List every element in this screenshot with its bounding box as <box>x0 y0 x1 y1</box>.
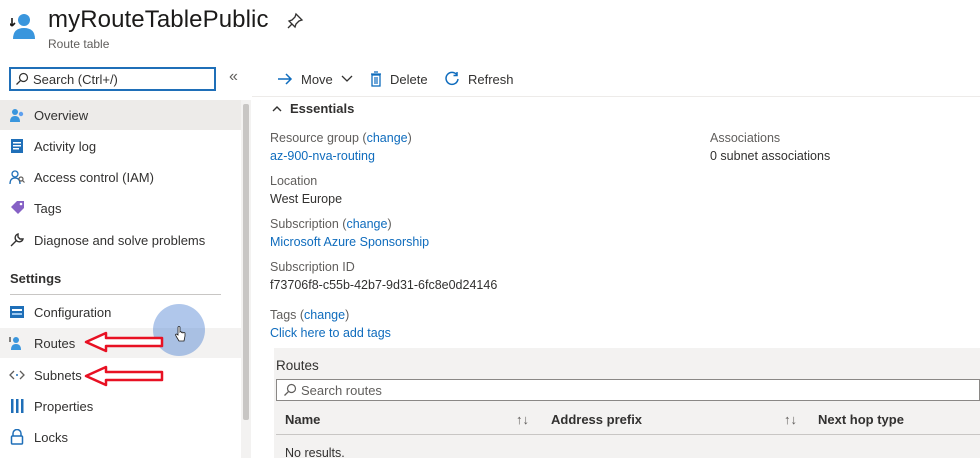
resource-menu: « Overview Activity log Access control (… <box>0 60 252 458</box>
search-icon <box>284 383 297 396</box>
sidebar-item-label: Properties <box>34 398 94 414</box>
routes-annotation-arrow <box>84 331 164 353</box>
routes-icon <box>8 334 26 352</box>
pin-icon[interactable] <box>286 12 304 30</box>
properties-icon <box>8 397 26 415</box>
sort-icon[interactable]: ↑↓ <box>516 412 529 427</box>
resource-group-label: Resource group (change) <box>270 131 412 145</box>
sidebar-item-label: Configuration <box>34 304 112 320</box>
overview-icon <box>8 106 26 124</box>
sidebar-item-tags[interactable]: Tags <box>0 193 241 223</box>
trash-icon <box>371 71 381 87</box>
menu-scroll-thumb[interactable] <box>243 104 249 420</box>
resource-group-change-link[interactable]: change <box>367 131 408 145</box>
sidebar-item-label: Subnets <box>34 367 82 383</box>
resource-group-link[interactable]: az-900-nva-routing <box>270 149 375 163</box>
tags-change-link[interactable]: change <box>304 308 345 322</box>
delete-label: Delete <box>390 71 428 87</box>
refresh-label: Refresh <box>468 71 514 87</box>
sidebar-item-label: Access control (IAM) <box>34 169 154 185</box>
sidebar-item-label: Diagnose and solve problems <box>34 232 206 248</box>
sidebar-item-label: Activity log <box>34 138 97 154</box>
sidebar-item-label: Overview <box>34 107 89 123</box>
sidebar-item-locks[interactable]: Locks <box>0 422 241 452</box>
routes-search-input[interactable] <box>301 381 901 399</box>
wrench-icon <box>8 231 26 249</box>
sidebar-item-properties[interactable]: Properties <box>0 391 241 421</box>
resource-type: Route table <box>48 37 110 51</box>
routes-title: Routes <box>276 358 319 373</box>
section-divider <box>10 294 221 295</box>
subscription-change-link[interactable]: change <box>346 217 387 231</box>
sidebar-item-diagnose[interactable]: Diagnose and solve problems <box>0 225 241 255</box>
lock-icon <box>8 428 26 446</box>
sort-icon[interactable]: ↑↓ <box>784 412 797 427</box>
essentials-title: Essentials <box>290 101 355 116</box>
main-content: Move Delete Refresh Essentials Resource … <box>252 60 980 458</box>
menu-search-input[interactable] <box>33 70 211 88</box>
caret-up-icon <box>272 105 282 111</box>
page-header: myRouteTablePublic Route table <box>0 0 980 60</box>
chevron-down-icon <box>341 75 353 82</box>
associations-value: 0 subnet associations <box>710 149 831 163</box>
sidebar-item-configuration[interactable]: Configuration <box>0 297 241 327</box>
sidebar-item-activity-log[interactable]: Activity log <box>0 131 241 161</box>
move-button[interactable]: Move <box>277 69 361 89</box>
add-tags-link[interactable]: Click here to add tags <box>270 326 391 340</box>
route-table-icon <box>10 14 35 39</box>
location-label: Location <box>270 174 318 188</box>
routes-search[interactable] <box>276 379 980 401</box>
subnets-icon <box>8 366 26 384</box>
routes-section: Routes Name ↑↓ Address prefix ↑↓ Next ho… <box>274 348 980 458</box>
delete-button[interactable]: Delete <box>370 69 428 89</box>
page-title: myRouteTablePublic <box>48 6 269 33</box>
configuration-icon <box>8 303 26 321</box>
associations-label: Associations <box>710 131 781 145</box>
activity-log-icon <box>8 137 26 155</box>
empty-table-message: No results. <box>285 446 345 458</box>
sidebar-item-label: Locks <box>34 429 68 445</box>
column-header-address-prefix[interactable]: Address prefix <box>551 412 642 427</box>
command-bar: Move Delete Refresh <box>252 60 980 97</box>
menu-search[interactable] <box>9 67 216 91</box>
sidebar-item-label: Routes <box>34 335 76 351</box>
subscription-id-label: Subscription ID <box>270 260 355 274</box>
location-value: West Europe <box>270 192 343 206</box>
tags-label: Tags (change) <box>270 308 350 322</box>
subscription-id-value: f73706f8-c55b-42b7-9d31-6fc8e0d24146 <box>270 278 498 292</box>
tag-icon <box>8 199 26 217</box>
sidebar-item-access-control[interactable]: Access control (IAM) <box>0 162 241 192</box>
column-header-next-hop-type[interactable]: Next hop type <box>818 412 904 427</box>
essentials-toggle[interactable]: Essentials <box>272 101 354 116</box>
table-header-divider <box>276 434 980 435</box>
refresh-icon <box>445 71 459 86</box>
subnets-annotation-arrow <box>84 365 164 387</box>
sidebar-item-label: Tags <box>34 200 62 216</box>
search-icon <box>16 72 29 85</box>
move-label: Move <box>301 71 333 87</box>
hand-cursor-icon <box>175 326 186 342</box>
settings-section-header: Settings <box>10 271 62 286</box>
sidebar-item-overview[interactable]: Overview <box>0 100 241 130</box>
subscription-link[interactable]: Microsoft Azure Sponsorship <box>270 235 429 249</box>
collapse-menu-button[interactable]: « <box>229 68 238 86</box>
subscription-label: Subscription (change) <box>270 217 392 231</box>
iam-icon <box>8 168 26 186</box>
arrow-right-icon <box>278 73 293 85</box>
refresh-button[interactable]: Refresh <box>444 69 514 89</box>
column-header-name[interactable]: Name <box>285 412 320 427</box>
